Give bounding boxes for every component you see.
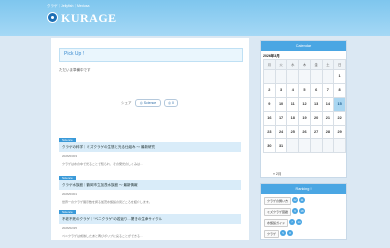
article-item[interactable]: Science クラゲ水族館｜鶴岡市立加茂水族館 ～ 最新情報 2026/03/… <box>59 176 241 210</box>
calendar-day[interactable]: 14 <box>321 96 335 112</box>
calendar-empty-cell <box>321 138 335 154</box>
calendar-day[interactable]: 20 <box>309 110 323 126</box>
weekday-header: 月 <box>263 59 276 70</box>
weekday-header: 土 <box>321 59 335 70</box>
ranking-count-badge: 22 <box>292 197 299 203</box>
ranking-item[interactable]: ミズクラゲ図鑑 9 18 <box>264 208 306 216</box>
weekday-header: 金 <box>309 59 323 70</box>
ranking-count-badge: 9 <box>292 208 299 214</box>
article-item[interactable]: Science クラゲの科学｜ミズクラゲの生態と光る仕組み ～ 最新研究 202… <box>59 138 241 172</box>
calendar-day[interactable]: 11 <box>286 96 300 112</box>
ranking-widget: Ranking ! クラゲの飼い方 22 11 ミズクラゲ図鑑 9 18 水族館ガイド 7 14… <box>260 183 347 240</box>
weekday-header: 火 <box>274 59 288 70</box>
article-excerpt: ベニクラゲは成熟したあと再びポリプに戻ることができる… <box>62 234 143 238</box>
pickup-section: Pick Up ! <box>59 48 243 62</box>
pickup-text: ただいま準備中です <box>59 68 91 72</box>
ranking-count-badge: 11 <box>299 197 306 203</box>
calendar-day[interactable]: 26 <box>298 124 311 140</box>
ranking-count-badge: 5 <box>280 230 287 236</box>
ranking-label[interactable]: クラゲ <box>264 230 280 238</box>
site-header: クラゲ｜Jellyfish｜Medusa KURAGE <box>0 0 390 36</box>
ranking-label[interactable]: 水族館ガイド <box>264 219 289 227</box>
calendar-day[interactable]: 31 <box>274 138 288 154</box>
calendar-day[interactable]: 24 <box>274 124 288 140</box>
calendar-day[interactable]: 13 <box>309 96 323 112</box>
main-content: Pick Up ! ただいま準備中です シェア ◎ Science ◎ 0 Sc… <box>51 38 249 240</box>
calendar-day[interactable]: 21 <box>321 110 335 126</box>
ranking-count-badge: 8 <box>287 230 294 236</box>
ranking-label[interactable]: クラゲの飼い方 <box>264 197 292 205</box>
calendar-empty-cell <box>298 69 311 84</box>
ranking-count-badge: 7 <box>289 219 296 225</box>
calendar-empty-cell <box>309 69 323 84</box>
calendar-day[interactable]: 9 <box>263 96 276 112</box>
calendar-day[interactable]: 5 <box>298 82 311 98</box>
ranking-label[interactable]: ミズクラゲ図鑑 <box>264 208 292 216</box>
ranking-item[interactable]: 水族館ガイド 7 14 <box>264 219 303 227</box>
calendar-day[interactable]: 6 <box>309 82 323 98</box>
article-date: 2026/03/01 <box>62 192 78 196</box>
calendar-day[interactable]: 30 <box>263 138 276 154</box>
calendar-empty-cell <box>309 138 323 154</box>
calendar-day[interactable]: 3 <box>274 82 288 98</box>
site-tagline: クラゲ｜Jellyfish｜Medusa <box>47 4 90 8</box>
calendar-day[interactable]: 19 <box>298 110 311 126</box>
calendar-day[interactable]: 10 <box>274 96 288 112</box>
article-title[interactable]: クラゲ水族館｜鶴岡市立加茂水族館 ～ 最新情報 <box>59 180 241 190</box>
calendar-empty-cell <box>298 138 311 154</box>
weekday-header: 日 <box>333 59 346 70</box>
calendar-day[interactable]: 2 <box>263 82 276 98</box>
calendar-day[interactable]: 28 <box>321 124 335 140</box>
ranking-title: Ranking ! <box>261 184 346 194</box>
calendar-empty-cell <box>333 138 346 154</box>
calendar-table: 月火水木金土日 1 2 3 4 5 6 7 8 9 10 11 12 13 14 15 16 17 18 19 20 21… <box>263 59 346 154</box>
ranking-count-badge: 18 <box>299 208 306 214</box>
calendar-day[interactable]: 23 <box>263 124 276 140</box>
ranking-count-badge: 14 <box>296 219 303 225</box>
calendar-day[interactable]: 22 <box>333 110 346 126</box>
calendar-widget: Calendar 2026年3月 月火水木金土日 1 2 3 4 5 6 7 8 9 10 11 12 1… <box>260 40 347 178</box>
calendar-empty-cell <box>286 69 300 84</box>
share-count-button[interactable]: ◎ 0 <box>164 99 178 107</box>
calendar-day[interactable]: 18 <box>286 110 300 126</box>
calendar-empty-cell <box>263 69 276 84</box>
weekday-header: 木 <box>298 59 311 70</box>
calendar-day[interactable]: 1 <box>333 69 346 84</box>
calendar-day[interactable]: 15 <box>333 96 346 112</box>
calendar-day[interactable]: 17 <box>274 110 288 126</box>
article-title[interactable]: クラゲの科学｜ミズクラゲの生態と光る仕組み ～ 最新研究 <box>59 142 241 152</box>
calendar-empty-cell <box>286 138 300 154</box>
site-logo[interactable]: KURAGE <box>61 11 117 26</box>
article-date: 2026/02/25 <box>62 226 78 230</box>
calendar-day[interactable]: 12 <box>298 96 311 112</box>
pickup-title: Pick Up ! <box>64 51 85 57</box>
calendar-day[interactable]: 7 <box>321 82 335 98</box>
share-label: シェア <box>121 101 132 105</box>
prev-month-link[interactable]: « 2月 <box>273 172 281 177</box>
calendar-day[interactable]: 25 <box>286 124 300 140</box>
ranking-item[interactable]: クラゲの飼い方 22 11 <box>264 197 306 205</box>
share-button[interactable]: ◎ Science <box>135 99 161 107</box>
calendar-day[interactable]: 8 <box>333 82 346 98</box>
article-date: 2026/03/03 <box>62 154 78 158</box>
calendar-empty-cell <box>274 69 288 84</box>
calendar-day[interactable]: 29 <box>333 124 346 140</box>
calendar-empty-cell <box>321 69 335 84</box>
article-excerpt: クラゲは水の中で光ることで知られ、その発光のしくみは… <box>62 162 144 166</box>
article-excerpt: 世界一のクラゲ展示数を誇る加茂水族館の見どころを紹介します。 <box>62 200 152 204</box>
calendar-title: Calendar <box>261 41 346 51</box>
article-title[interactable]: 不老不死のクラゲ｜“ベニクラゲ”の若返り…驚きの生命サイクル <box>59 214 241 224</box>
article-item[interactable]: Science 不老不死のクラゲ｜“ベニクラゲ”の若返り…驚きの生命サイクル 2… <box>59 210 241 244</box>
calendar-day[interactable]: 4 <box>286 82 300 98</box>
jellyfish-logo-icon[interactable] <box>47 12 58 23</box>
weekday-header: 水 <box>286 59 300 70</box>
calendar-day[interactable]: 16 <box>263 110 276 126</box>
calendar-day[interactable]: 27 <box>309 124 323 140</box>
ranking-item[interactable]: クラゲ 5 8 <box>264 230 294 238</box>
